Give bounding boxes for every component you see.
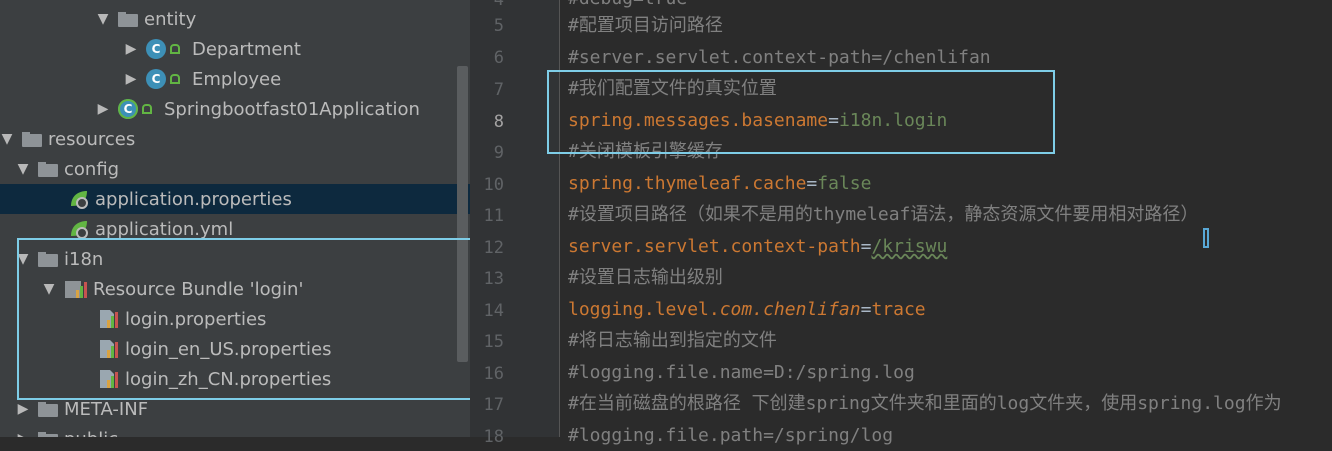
code-line-comment[interactable]: #设置项目路径（如果不是用的thymeleaf语法，静态资源文件要用相对路径） <box>568 200 1198 230</box>
chevron-right-icon[interactable]: ▶ <box>16 432 30 437</box>
line-number: 11 <box>483 206 504 226</box>
chevron-right-icon[interactable]: ▶ <box>124 72 138 86</box>
chevron-down-icon[interactable]: ▼ <box>96 12 110 26</box>
tree-item-label: public <box>64 429 118 438</box>
tree-item-label: META-INF <box>64 398 149 420</box>
line-number-current: 8 <box>493 112 504 132</box>
line-number: 5 <box>493 16 504 36</box>
folder-icon <box>38 161 58 177</box>
lock-icon <box>170 44 180 54</box>
tree-item-label: config <box>64 158 120 180</box>
spring-leaf-icon <box>71 221 88 239</box>
property-value: /kriswu <box>871 236 948 257</box>
code-line-comment[interactable]: #将日志输出到指定的文件 <box>568 326 777 356</box>
code-line-comment[interactable]: #设置日志输出级别 <box>568 263 723 293</box>
equals-sign: = <box>860 299 872 320</box>
tree-item-label: application.properties <box>95 188 292 210</box>
line-number: 15 <box>483 332 504 352</box>
property-value: trace <box>871 299 926 320</box>
code-line-comment[interactable]: #server.servlet.context-path=/chenlifan <box>568 43 991 73</box>
lock-icon <box>170 74 180 84</box>
property-key: server.servlet.context-path <box>568 236 861 257</box>
code-line-comment[interactable]: #在当前磁盘的根路径 下创建spring文件夹和里面的log文件夹，使用spri… <box>568 389 1282 419</box>
tree-item-entity[interactable]: ▼ entity <box>0 4 470 34</box>
property-value: false <box>817 173 872 194</box>
code-line-comment[interactable]: #配置项目访问路径 <box>568 11 723 41</box>
lock-icon <box>142 104 152 114</box>
line-number: 13 <box>483 269 504 289</box>
package-icon <box>118 11 138 27</box>
line-number: 9 <box>493 143 504 163</box>
folder-icon <box>38 401 58 417</box>
tree-item-config[interactable]: ▼ config <box>0 154 470 184</box>
chevron-right-icon[interactable]: ▶ <box>124 42 138 56</box>
line-number: 18 <box>483 427 504 447</box>
tree-item-application-properties[interactable]: application.properties <box>0 184 470 214</box>
line-number: 10 <box>483 175 504 195</box>
chevron-down-icon[interactable]: ▼ <box>0 132 14 146</box>
tree-item-label: application.yml <box>95 218 234 240</box>
tree-item-label: Department <box>192 38 301 60</box>
chevron-down-icon[interactable]: ▼ <box>16 162 30 176</box>
line-number: 7 <box>493 80 504 100</box>
tree-item-label: entity <box>144 8 197 30</box>
highlight-box-basename <box>547 70 1055 154</box>
text-caret <box>1203 228 1209 248</box>
property-key: logging.level. <box>568 299 720 320</box>
code-line-comment[interactable]: #logging.file.name=D:/spring.log <box>568 358 915 388</box>
code-line-comment[interactable]: #logging.file.path=/spring/log <box>568 421 893 451</box>
code-line-property[interactable]: server.servlet.context-path=/kriswu <box>568 232 947 262</box>
spring-leaf-icon <box>71 191 88 209</box>
spring-class-icon: C <box>118 99 138 119</box>
highlight-box-i18n <box>17 238 485 400</box>
tree-item-label: resources <box>48 128 136 150</box>
tree-item-springbootfast01application[interactable]: ▶ C Springbootfast01Application <box>0 94 470 124</box>
line-number: 12 <box>483 238 504 258</box>
line-number: 4 <box>493 0 504 10</box>
equals-sign: = <box>860 236 872 257</box>
tree-item-label: Employee <box>192 68 282 90</box>
equals-sign: = <box>806 173 818 194</box>
tree-item-employee[interactable]: ▶ C Employee <box>0 64 470 94</box>
line-number: 16 <box>483 364 504 384</box>
line-number: 6 <box>493 48 504 68</box>
tree-item-department[interactable]: ▶ C Department <box>0 34 470 64</box>
resources-folder-icon <box>22 131 42 147</box>
property-key-italic: com.chenlifan <box>719 299 861 320</box>
line-number: 17 <box>483 395 504 415</box>
chevron-right-icon[interactable]: ▶ <box>96 102 110 116</box>
tree-item-public[interactable]: ▶ public <box>0 424 470 437</box>
line-number: 14 <box>483 301 504 321</box>
property-key: spring.thymeleaf.cache <box>568 173 807 194</box>
tree-item-resources[interactable]: ▼ resources <box>0 124 470 154</box>
class-icon: C <box>146 69 166 89</box>
gutter-divider <box>559 0 560 437</box>
code-line-property[interactable]: logging.level.com.chenlifan=trace <box>568 295 926 325</box>
code-line-property[interactable]: spring.thymeleaf.cache=false <box>568 169 871 199</box>
tree-item-label: Springbootfast01Application <box>164 98 420 120</box>
class-icon: C <box>146 39 166 59</box>
folder-icon <box>38 431 58 437</box>
chevron-right-icon[interactable]: ▶ <box>16 402 30 416</box>
